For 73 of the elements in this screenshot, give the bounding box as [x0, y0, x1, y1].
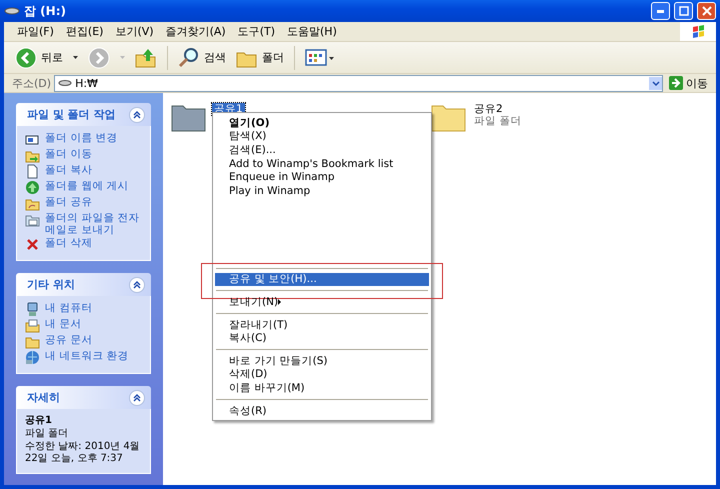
address-dropdown[interactable]	[649, 76, 662, 90]
menu-item[interactable]: 열기(O)	[215, 116, 429, 130]
pane-title: 파일 및 폴더 작업	[27, 107, 116, 122]
back-dropdown[interactable]	[70, 54, 81, 61]
menu-item[interactable]: 탐색(X)	[215, 130, 429, 144]
maximize-button[interactable]	[674, 2, 693, 20]
item-type: 파일 폴더	[25, 428, 70, 440]
task-link[interactable]: 폴더 삭제	[45, 237, 92, 249]
menu-item[interactable]: 속성(R)	[215, 404, 429, 418]
menu-item[interactable]: 도움말(H)	[282, 23, 342, 40]
task-link[interactable]: 폴더를 웹에 게시	[45, 180, 129, 192]
menu-item[interactable]: 삭제(D)	[215, 368, 429, 382]
back-button[interactable]: 뒤로	[12, 44, 66, 70]
menu-item[interactable]: Add to Winamp's Bookmark list	[215, 156, 429, 170]
search-icon	[178, 46, 200, 68]
page-icon	[25, 164, 40, 179]
menu-item[interactable]: 파일(F)	[12, 23, 59, 40]
menu-item[interactable]: 잘라내기(T)	[215, 318, 429, 332]
search-button[interactable]: 검색	[175, 44, 229, 70]
folders-button[interactable]: 폴더	[233, 44, 287, 70]
pane-header[interactable]: 파일 및 폴더 작업	[16, 103, 151, 126]
caret-icon	[120, 56, 125, 59]
chevron-down-icon	[652, 80, 660, 86]
menu-item[interactable]: 복사(C)	[215, 331, 429, 345]
close-icon	[702, 6, 712, 16]
documents-folder-icon	[25, 318, 40, 333]
task-link[interactable]: 폴더 복사	[45, 164, 92, 176]
minimize-button[interactable]	[651, 2, 670, 20]
task-link[interactable]: 폴더 이동	[45, 148, 92, 160]
task-link[interactable]: 내 컴퓨터	[45, 302, 92, 314]
submenu-arrow-icon	[278, 298, 282, 305]
item-name: 공유1	[25, 415, 53, 427]
delete-icon	[25, 237, 40, 252]
menu-item[interactable]: 공유 및 보안(H)...	[215, 272, 429, 286]
drive-icon	[4, 5, 20, 17]
menu-item[interactable]: 즐겨찾기(A)	[160, 23, 231, 40]
menu-item[interactable]: 편집(E)	[60, 23, 108, 40]
caret-icon	[73, 56, 78, 59]
folder-up-icon	[135, 46, 157, 68]
folder-type: 파일 폴더	[473, 115, 522, 127]
pane-title: 기타 위치	[27, 277, 76, 292]
window-title: 잡 (H:)	[24, 2, 67, 20]
task-link[interactable]: 폴더 이름 변경	[45, 132, 118, 144]
computer-icon	[25, 302, 40, 317]
pane-header[interactable]: 기타 위치	[16, 273, 151, 296]
menu-item[interactable]: 이름 바꾸기(M)	[215, 381, 429, 395]
address-label: 주소(D)	[12, 76, 52, 90]
go-button[interactable]: 이동	[666, 76, 716, 90]
menu-item[interactable]: Enqueue in Winamp	[215, 170, 429, 184]
task-link[interactable]: 폴더의 파일을 전자 메일로 보내기	[45, 212, 144, 236]
network-globe-icon	[25, 350, 40, 365]
menu-item[interactable]: 검색(E)...	[215, 143, 429, 157]
address-field[interactable]: H:₩	[54, 74, 663, 92]
drive-icon	[58, 78, 72, 88]
menu-item[interactable]: 보기(V)	[110, 23, 159, 40]
task-link[interactable]: 공유 문서	[45, 334, 92, 346]
task-link[interactable]: 폴더 공유	[45, 196, 92, 208]
menu-item[interactable]: 도구(T)	[232, 23, 280, 40]
folder-name[interactable]: 공유2	[472, 103, 524, 115]
pane-title: 자세히	[27, 390, 61, 405]
menu-item[interactable]: 바로 가기 만들기(S)	[215, 354, 429, 368]
modified-date: 수정한 날짜: 2010년 4월 22일 오늘, 오후 7:37	[25, 441, 141, 465]
pane-header[interactable]: 자세히	[16, 386, 151, 409]
menu-item[interactable]: 보내기(N)	[215, 295, 429, 309]
menu-item[interactable]: Play in Winamp	[215, 184, 429, 198]
views-icon	[305, 46, 335, 68]
close-button[interactable]	[697, 2, 716, 20]
task-link[interactable]: 내 문서	[45, 318, 82, 330]
task-link[interactable]: 내 네트워크 환경	[45, 350, 129, 362]
maximize-icon	[678, 6, 688, 16]
windows-flag-icon	[690, 24, 706, 39]
arrow-right-icon	[669, 76, 683, 90]
minimize-icon	[657, 10, 664, 12]
